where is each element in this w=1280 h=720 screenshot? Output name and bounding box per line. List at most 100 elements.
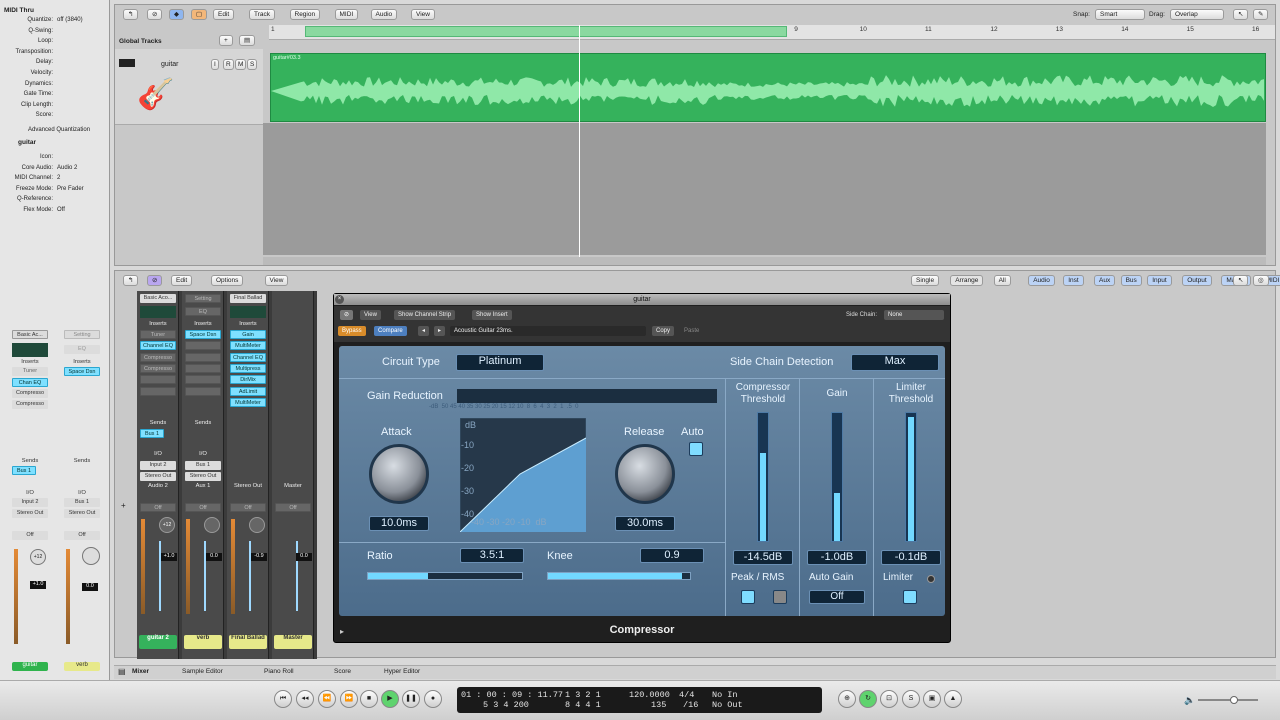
grid-icon[interactable]: ▤ — [118, 667, 126, 676]
insert-slot[interactable]: Compresso — [140, 363, 176, 373]
tab-piano-roll[interactable]: Piano Roll — [264, 668, 294, 675]
pan-knob[interactable] — [204, 517, 220, 533]
attack-knob[interactable] — [369, 444, 429, 504]
filter-inst[interactable]: Inst — [1063, 275, 1084, 286]
advanced-quantization[interactable]: Advanced Quantization — [28, 127, 90, 133]
inspector-value[interactable]: off (3840) — [57, 17, 83, 23]
metronome-icon[interactable]: ▲ — [944, 690, 962, 708]
tuner-slot[interactable]: Tuner — [12, 367, 48, 376]
snap-select[interactable]: Smart — [1095, 9, 1145, 20]
eq-thumbnail[interactable] — [12, 343, 48, 357]
filter-arrange[interactable]: Arrange — [950, 275, 984, 286]
cycle-button[interactable]: ↻ — [859, 690, 877, 708]
global-tracks-label[interactable]: Global Tracks — [119, 38, 162, 45]
insert-slot[interactable]: MultiMeter — [230, 341, 266, 351]
show-insert[interactable]: Show Insert — [472, 310, 512, 320]
pan-knob[interactable] — [249, 517, 265, 533]
filter-aux[interactable]: Aux — [1094, 275, 1116, 286]
next-preset[interactable]: ▸ — [434, 326, 446, 336]
insert-slot-1[interactable]: Chan EQ — [12, 378, 48, 387]
play-button[interactable]: ▶ — [381, 690, 399, 708]
back-button[interactable]: ↰ — [123, 275, 139, 286]
slider-thumb[interactable] — [1230, 696, 1238, 704]
insert-slot-3[interactable]: Compresso — [12, 400, 48, 409]
inspector-value[interactable]: 2 — [57, 175, 60, 181]
replace-button[interactable]: ⊕ — [838, 690, 856, 708]
auto-gain-select[interactable]: Off — [809, 590, 865, 604]
menu-view[interactable]: View — [411, 9, 435, 20]
gain-slider[interactable] — [831, 412, 843, 542]
pointer-tool[interactable]: ↖ — [1233, 275, 1249, 286]
knee-value[interactable]: 0.9 — [640, 548, 704, 563]
solo-button[interactable]: S — [902, 690, 920, 708]
empty-insert-slot[interactable] — [185, 363, 221, 373]
insert-slot[interactable]: DirMix — [230, 375, 266, 385]
filter-input[interactable]: Input — [1147, 275, 1172, 286]
cycle-button[interactable]: ▢ — [191, 9, 208, 20]
pencil-tool[interactable]: ✎ — [1253, 9, 1269, 20]
menu-track[interactable]: Track — [249, 9, 276, 20]
input-slot[interactable]: Bus 1 — [64, 498, 100, 507]
output-slot[interactable]: Stereo Out — [140, 472, 176, 481]
automation-mode[interactable]: Off — [64, 531, 100, 540]
empty-insert-slot[interactable] — [140, 375, 176, 385]
add-track-button[interactable]: + — [219, 35, 233, 46]
limiter-toggle[interactable] — [903, 590, 917, 604]
track-section-header[interactable]: guitar — [18, 139, 36, 146]
track-header[interactable]: guitar I R M S 🎸 — [115, 49, 263, 125]
stop-button[interactable]: ■ — [360, 690, 378, 708]
output-slot[interactable]: Stereo Out — [185, 472, 221, 481]
menu-audio[interactable]: Audio — [370, 9, 398, 20]
pan-knob[interactable]: +12 — [30, 549, 46, 565]
track-view-button[interactable]: ▤ — [239, 35, 256, 46]
automation-mode[interactable]: Off — [12, 531, 48, 540]
rms-toggle[interactable] — [773, 590, 787, 604]
show-channel-strip[interactable]: Show Channel Strip — [394, 310, 456, 320]
automation-mode[interactable]: Off — [275, 503, 311, 512]
autopunch-button[interactable]: ⊡ — [880, 690, 898, 708]
automation-mode[interactable]: Off — [185, 503, 221, 512]
zoom-tool[interactable]: ◎ — [1253, 275, 1269, 286]
side-chain-select[interactable]: None — [884, 310, 944, 320]
empty-insert-slot[interactable] — [185, 341, 221, 351]
knee-slider[interactable] — [547, 572, 691, 580]
insert-slot[interactable]: Multipress — [230, 363, 266, 373]
back-button[interactable]: ↰ — [123, 9, 139, 20]
horizontal-scrollbar[interactable] — [263, 257, 1266, 265]
setting-button[interactable]: Setting — [185, 294, 221, 303]
sync-button[interactable]: ▣ — [923, 690, 941, 708]
gain-value[interactable]: -1.0dB — [807, 550, 867, 565]
threshold-slider[interactable] — [757, 412, 769, 542]
compare-button[interactable]: Compare — [374, 326, 407, 336]
mute-button[interactable]: M — [235, 59, 247, 70]
mixer-menu-edit[interactable]: Edit — [171, 275, 193, 286]
pause-button[interactable]: ❚❚ — [402, 690, 420, 708]
inspector-value[interactable]: Pre Fader — [57, 186, 84, 192]
empty-insert-slot[interactable] — [185, 352, 221, 362]
menu-midi[interactable]: MIDI — [334, 9, 359, 20]
insert-slot[interactable]: Space Dsn — [185, 330, 221, 339]
record-button[interactable]: I — [211, 59, 219, 70]
setting-button[interactable]: Basic Aco... — [140, 294, 176, 303]
threshold-value[interactable]: -14.5dB — [733, 550, 793, 565]
eq-button[interactable]: EQ — [64, 345, 100, 354]
empty-insert-slot[interactable] — [185, 386, 221, 396]
empty-insert-slot[interactable] — [140, 386, 176, 396]
r-button[interactable]: R — [223, 59, 234, 70]
insert-slot[interactable]: MultiMeter — [230, 397, 266, 407]
peak-toggle[interactable] — [741, 590, 755, 604]
filter-single[interactable]: Single — [911, 275, 940, 286]
tempo[interactable]: 120.0000 — [629, 690, 670, 700]
insert-slot-1[interactable]: Space Dsn — [64, 367, 100, 376]
insert-slot[interactable]: Tuner — [140, 330, 176, 339]
playhead[interactable] — [579, 25, 580, 257]
pan-knob[interactable] — [82, 547, 100, 565]
mixer-menu-options[interactable]: Options — [211, 275, 244, 286]
release-knob[interactable] — [615, 444, 675, 504]
bypass-button[interactable]: Bypass — [338, 326, 366, 336]
ratio-value[interactable]: 3.5:1 — [460, 548, 524, 563]
insert-slot-2[interactable]: Compresso — [12, 389, 48, 398]
inspector-value[interactable]: Off — [57, 207, 65, 213]
insert-slot[interactable]: AdLimit — [230, 386, 266, 396]
auto-release-toggle[interactable] — [689, 442, 703, 456]
